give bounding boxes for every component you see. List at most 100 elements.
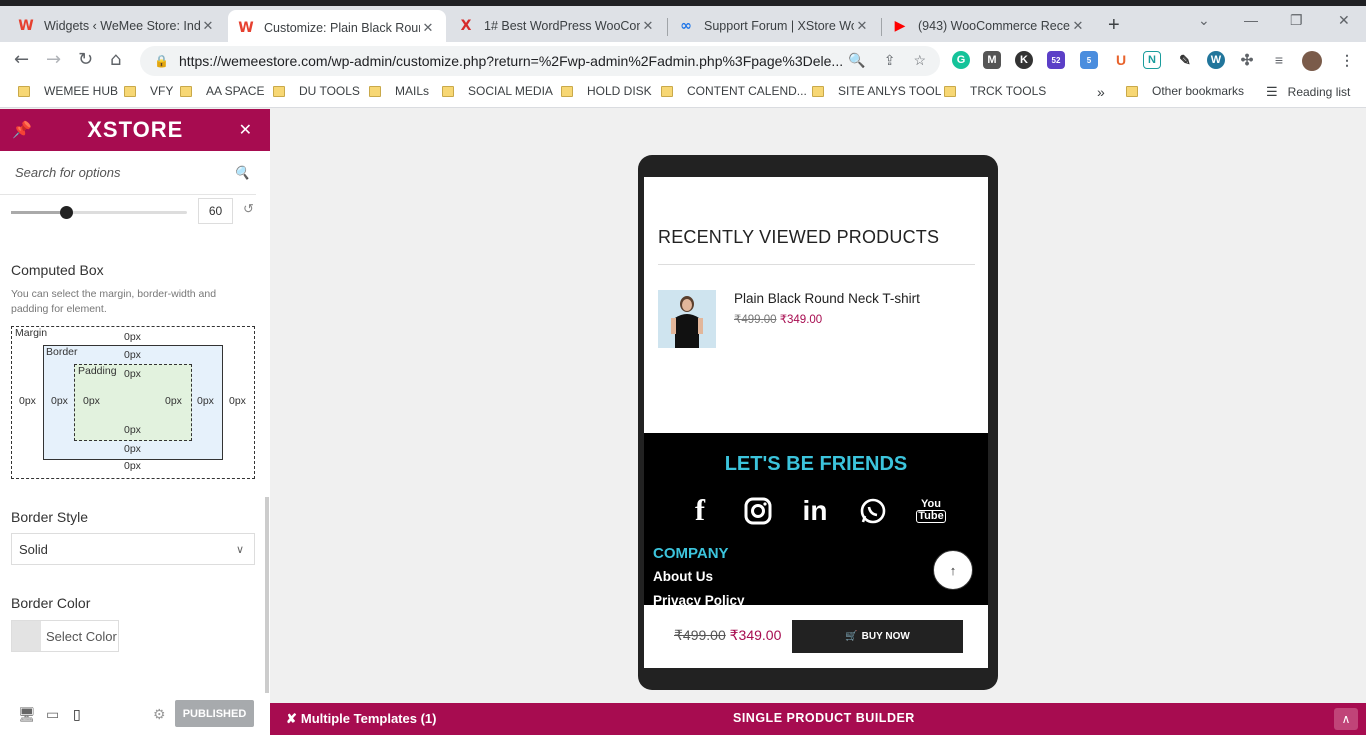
code-ext-icon[interactable]: 5 [1080,51,1098,69]
eyedropper-icon[interactable]: ✎ [1176,51,1194,69]
margin-top-value[interactable]: 0px [124,331,141,343]
bookmark-folder-other[interactable]: Other bookmarks [1126,84,1244,98]
close-window-button[interactable]: ✕ [1338,12,1350,29]
address-toolbar: ← → ↻ ⌂ 🔒 https://wemeestore.com/wp-admi… [0,42,1366,78]
tablet-icon[interactable]: ▭ [46,707,59,723]
back-to-top-button[interactable]: ↑ [933,550,973,590]
select-color-label: Select Color [46,628,117,644]
bookmark-folder[interactable]: TRCK TOOLS [944,84,1046,98]
profile-avatar[interactable] [1302,51,1322,71]
share-icon[interactable]: ⇪ [884,52,896,69]
folder-icon [18,85,30,97]
restore-button[interactable]: ❐ [1290,12,1303,29]
wordpress-icon[interactable]: W [1207,51,1225,69]
grammarly-icon[interactable]: G [952,51,970,69]
close-icon[interactable]: ✕ [200,18,216,34]
close-icon[interactable]: ✕ [640,18,656,34]
size-slider[interactable]: 60 ↺ [11,198,261,229]
close-icon[interactable]: ✕ [854,18,870,34]
published-button[interactable]: PUBLISHED [175,700,254,727]
chevron-down-icon: ∨ [235,543,244,556]
browser-tab[interactable]: X 1# Best WordPress WooComm ✕ [448,10,666,42]
n-ext-icon[interactable]: N [1143,51,1161,69]
border-bottom-value[interactable]: 0px [124,443,141,455]
minimize-button[interactable]: — [1244,12,1258,28]
gmail-ext-icon[interactable]: M [983,51,1001,69]
search-input[interactable] [15,165,228,180]
whatsapp-icon[interactable] [853,493,893,529]
mobile-icon[interactable]: ▯ [73,707,81,723]
margin-bottom-value[interactable]: 0px [124,460,141,472]
close-icon[interactable]: ✕ [420,20,436,36]
reading-list-button[interactable]: ☰ Reading list [1266,84,1350,100]
facebook-icon[interactable]: f [680,493,720,529]
media-icon[interactable]: ≡ [1270,51,1288,69]
border-left-value[interactable]: 0px [51,395,68,407]
browser-tab[interactable]: W Widgets ‹ WeMee Store: India ✕ [8,10,226,42]
u-ext-icon[interactable]: U [1112,51,1130,69]
select-color-button[interactable]: Select Color [11,620,119,652]
bookmark-label: HOLD DISK [587,84,652,98]
padding-right-value[interactable]: 0px [165,395,182,407]
expand-button[interactable]: ∧ [1334,708,1358,730]
linkedin-icon[interactable]: in [795,493,835,529]
back-button[interactable]: ← [14,49,29,70]
k-ext-icon[interactable]: K [1015,51,1033,69]
about-us-link[interactable]: About Us [653,569,713,584]
bookmark-folder[interactable]: DU TOOLS [273,84,360,98]
new-tab-button[interactable]: + [1108,14,1120,37]
menu-icon[interactable]: ⋮ [1338,51,1356,69]
tab-search-icon[interactable]: ⌄ [1198,12,1210,29]
bookmark-folder[interactable]: HOLD DISK [561,84,652,98]
margin-left-value[interactable]: 0px [19,395,36,407]
gear-icon[interactable]: ⚙ [153,706,166,723]
instagram-icon[interactable] [738,493,778,529]
margin-right-value[interactable]: 0px [229,395,246,407]
bookmark-folder[interactable]: WEMEE HUB [18,84,118,98]
home-button[interactable]: ⌂ [110,49,121,70]
bookmark-label: DU TOOLS [299,84,360,98]
slider-handle[interactable] [59,206,73,219]
forward-button[interactable]: → [46,49,61,70]
bookmark-folder[interactable]: MAILs [369,84,429,98]
padding-top-value[interactable]: 0px [124,368,141,380]
bookmark-star-icon[interactable]: ☆ [913,52,926,69]
border-style-select[interactable]: Solid ∨ [11,533,255,565]
slider-track[interactable] [11,206,187,219]
youtube-icon[interactable]: You Tube [911,493,951,529]
sidebar-footer: 🖥 ▭ ▯ ⚙ PUBLISHED [0,693,270,735]
desktop-icon[interactable]: 🖥 [18,707,36,723]
slider-value-input[interactable]: 60 [198,198,233,224]
product-name-link[interactable]: Plain Black Round Neck T-shirt [734,291,920,306]
product-thumbnail[interactable] [658,290,716,348]
border-top-value[interactable]: 0px [124,349,141,361]
reload-button[interactable]: ↻ [78,49,93,70]
bookmark-folder[interactable]: CONTENT CALEND... [661,84,807,98]
bookmark-folder[interactable]: AA SPACE [180,84,264,98]
browser-tab[interactable]: ∞ Support Forum | XStore Word ✕ [668,10,880,42]
bookmark-folder[interactable]: VFY [124,84,173,98]
omnibox[interactable]: 🔒 https://wemeestore.com/wp-admin/custom… [140,46,940,76]
margin-label: Margin [15,327,48,339]
reset-icon[interactable]: ↺ [243,201,254,217]
bookmark-folder[interactable]: SOCIAL MEDIA [442,84,553,98]
browser-tab[interactable]: ▶ (943) WooCommerce Recently ✕ [882,10,1096,42]
lock-icon[interactable]: 🔒 [154,54,169,68]
padding-left-value[interactable]: 0px [83,395,100,407]
extensions-icon[interactable]: ✣ [1238,51,1256,69]
search-icon[interactable]: 🔍 [234,165,250,181]
sidebar-scrollbar[interactable] [265,497,269,693]
border-right-value[interactable]: 0px [197,395,214,407]
pin-icon[interactable]: 📌 [12,120,32,140]
buy-now-button[interactable]: 🛒 BUY NOW [792,620,963,653]
browser-tab-active[interactable]: W Customize: Plain Black Round ✕ [228,10,446,46]
bookmark-folder[interactable]: SITE ANLYS TOOL [812,84,941,98]
multiple-templates-button[interactable]: ✘ Multiple Templates (1) [286,711,436,727]
more-bookmarks-icon[interactable]: » [1097,84,1105,100]
padding-bottom-value[interactable]: 0px [124,424,141,436]
hat-ext-icon[interactable]: 52 [1047,51,1065,69]
zoom-icon[interactable]: 🔍 [848,52,865,69]
close-icon[interactable]: ✕ [239,120,252,140]
border-style-label: Border Style [11,509,89,525]
close-icon[interactable]: ✕ [1070,18,1086,34]
